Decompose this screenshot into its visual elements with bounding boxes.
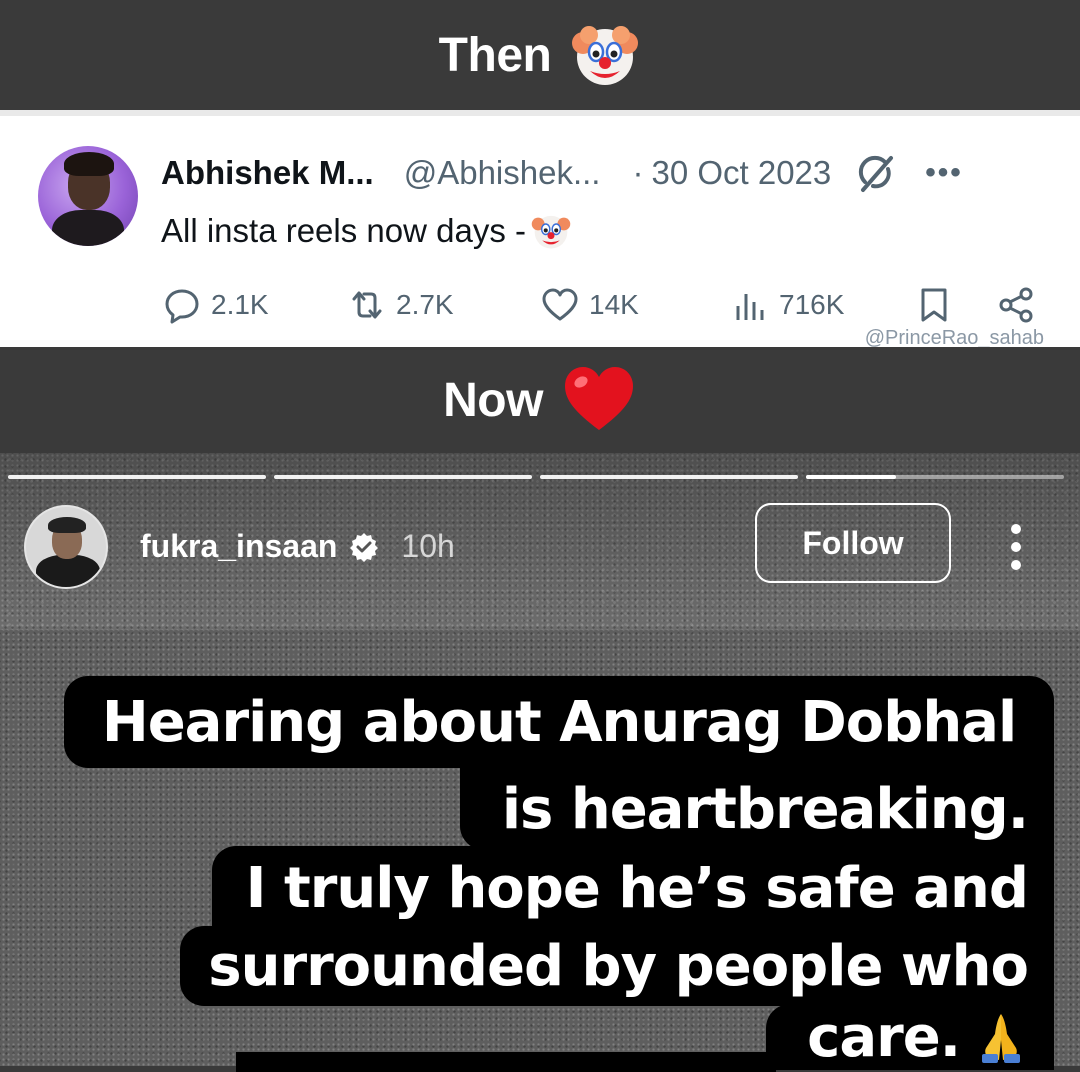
more-options-icon[interactable]: •••: [925, 156, 963, 190]
verified-badge-icon: [350, 532, 379, 562]
story-user: fukra_insaan 10h: [140, 528, 455, 565]
story-progress-segment: [274, 475, 532, 479]
story-caption-line: care.: [766, 1004, 1054, 1070]
share-icon: [999, 287, 1033, 323]
then-label: Then: [438, 28, 552, 82]
views-button[interactable]: 716K: [731, 286, 844, 324]
story-caption-line: surrounded by people who: [180, 926, 1054, 1006]
reply-button[interactable]: 2.1K: [163, 286, 269, 324]
repost-button[interactable]: 2.7K: [348, 286, 454, 324]
repost-icon: [352, 291, 382, 319]
tweet-date[interactable]: 30 Oct 2023: [651, 154, 831, 192]
story-progress-segment: [540, 475, 798, 479]
follow-button[interactable]: Follow: [755, 503, 951, 583]
views-count: 716K: [779, 289, 845, 320]
story-caption-line-partial: [236, 1052, 776, 1072]
bookmark-icon: [921, 288, 947, 322]
like-count: 14K: [589, 289, 639, 320]
views-chart-icon: [736, 294, 764, 320]
tweet-display-name[interactable]: Abhishek M...: [161, 154, 374, 192]
heart-icon: [542, 288, 578, 321]
story-progress-segment-current: [806, 475, 1064, 479]
story-caption-line: I truly hope he’s safe and: [212, 846, 1054, 930]
tweet-card[interactable]: Abhishek M... @Abhishek... · 30 Oct 2023…: [0, 110, 1080, 349]
caption-text: I truly hope he’s safe and: [245, 855, 1029, 921]
now-banner: Now: [0, 347, 1080, 453]
avatar[interactable]: [38, 146, 138, 246]
more-vertical-icon[interactable]: [1006, 521, 1026, 573]
caption-text: is heartbreaking.: [501, 776, 1029, 842]
tweet-body: All insta reels now days -: [161, 212, 526, 249]
reply-icon: [165, 289, 199, 324]
folded-hands-icon: [982, 1014, 1020, 1063]
tweet-header: Abhishek M... @Abhishek... · 30 Oct 2023…: [161, 152, 963, 194]
caption-text: surrounded by people who: [208, 933, 1029, 999]
caption-text: care.: [807, 1004, 961, 1070]
grok-icon[interactable]: [855, 152, 897, 194]
story-avatar[interactable]: [24, 505, 108, 589]
tweet-handle[interactable]: @Abhishek...: [404, 154, 601, 192]
story-progress-fill: [806, 475, 897, 479]
story-progress-segment: [8, 475, 266, 479]
separator-dot: ·: [632, 154, 644, 191]
then-banner: Then: [0, 0, 1080, 110]
tweet-actions: 2.1K 2.7K 14K 716K: [163, 286, 1043, 330]
clown-face-icon: [531, 215, 571, 249]
now-label: Now: [443, 373, 543, 427]
red-heart-icon: [564, 367, 633, 430]
story-caption-line: Hearing about Anurag Dobhal: [64, 676, 1054, 768]
story-username[interactable]: fukra_insaan: [140, 528, 337, 565]
tweet-text: All insta reels now days -: [161, 210, 572, 252]
like-button[interactable]: 14K: [541, 286, 639, 324]
bookmark-button[interactable]: [915, 286, 953, 324]
repost-count: 2.7K: [396, 289, 454, 320]
share-button[interactable]: [997, 286, 1035, 324]
story-caption-line: is heartbreaking.: [460, 768, 1054, 850]
story-time: 10h: [401, 528, 455, 564]
reply-count: 2.1K: [211, 289, 269, 320]
caption-text: Hearing about Anurag Dobhal: [101, 689, 1017, 755]
clown-face-icon: [572, 26, 639, 85]
